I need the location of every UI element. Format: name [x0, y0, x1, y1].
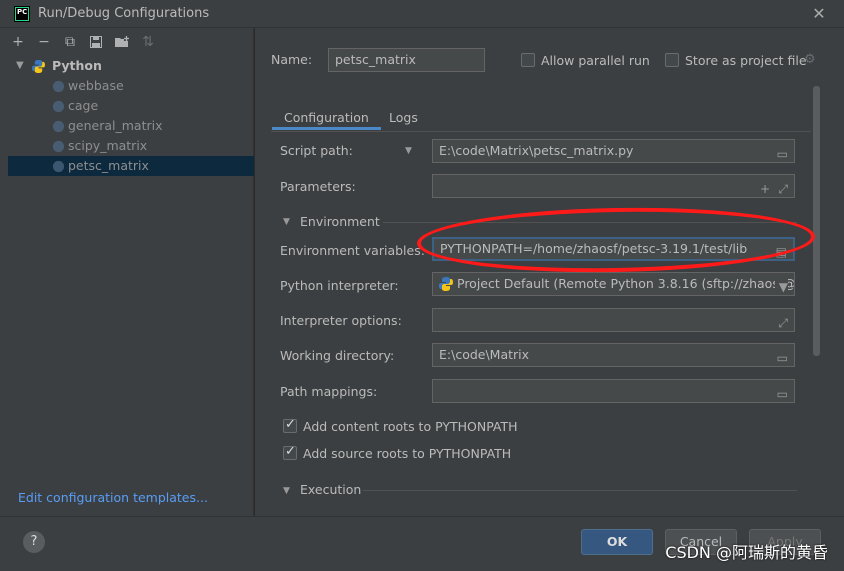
interpreter-select[interactable]: Project Default (Remote Python 3.8.16 (s…: [432, 272, 795, 296]
script-path-label: Script path:: [280, 143, 353, 158]
interpreter-value: Project Default (Remote Python 3.8.16 (s…: [457, 276, 795, 291]
script-path-input[interactable]: E:\code\Matrix\petsc_matrix.py ▭: [432, 139, 795, 163]
script-path-value: E:\code\Matrix\petsc_matrix.py: [439, 143, 634, 158]
name-label: Name:: [271, 52, 313, 67]
expand-icon[interactable]: ⤢: [778, 178, 788, 197]
env-vars-input[interactable]: PYTHONPATH=/home/zhaosf/petsc-3.19.1/tes…: [432, 237, 795, 261]
configuration-tree: ▼ Python webbase cage general_matrix sci…: [8, 56, 254, 176]
tab-logs[interactable]: Logs: [377, 106, 430, 130]
tree-item-cage[interactable]: cage: [8, 96, 254, 116]
allow-parallel-checkbox[interactable]: [521, 53, 535, 67]
tree-item-webbase[interactable]: webbase: [8, 76, 254, 96]
add-source-roots-label: Add source roots to PYTHONPATH: [303, 446, 512, 461]
env-vars-value: PYTHONPATH=/home/zhaosf/petsc-3.19.1/tes…: [440, 241, 748, 256]
window-title: Run/Debug Configurations: [38, 6, 210, 21]
sidebar-toolbar: + − ⧉ ⇅: [8, 32, 158, 54]
working-dir-input[interactable]: E:\code\Matrix ▭: [432, 343, 795, 367]
parameters-input[interactable]: + ⤢: [432, 174, 795, 198]
add-source-roots-checkbox[interactable]: [283, 444, 297, 460]
python-config-icon: [52, 140, 65, 153]
environment-section-title: Environment: [300, 214, 380, 229]
add-content-roots-label: Add content roots to PYTHONPATH: [303, 419, 518, 434]
add-icon[interactable]: +: [8, 32, 28, 52]
title-bar: PC Run/Debug Configurations ✕: [0, 0, 844, 28]
watermark: CSDN @阿瑞斯的黄昏: [665, 543, 828, 562]
section-divider: [383, 222, 797, 223]
tab-configuration[interactable]: Configuration: [272, 106, 381, 130]
folder-icon[interactable]: ▭: [777, 143, 788, 162]
configuration-panel: Name: petsc_matrix Allow parallel run St…: [255, 28, 844, 516]
interpreter-options-input[interactable]: ⤢: [432, 308, 795, 332]
configurations-sidebar: + − ⧉ ⇅ ▼ Python webbase cage general_ma…: [0, 28, 254, 516]
tree-label: general_matrix: [68, 118, 163, 133]
expand-icon[interactable]: ⤢: [778, 312, 788, 331]
python-config-icon: [52, 100, 65, 113]
folder-add-icon[interactable]: [112, 32, 132, 52]
tree-item-petsc-matrix[interactable]: petsc_matrix: [8, 156, 254, 176]
working-dir-value: E:\code\Matrix: [439, 347, 530, 362]
tree-label: scipy_matrix: [68, 138, 148, 153]
tree-label: cage: [68, 98, 99, 113]
tab-divider: [271, 131, 811, 132]
scrollbar[interactable]: [813, 86, 820, 356]
sort-icon[interactable]: ⇅: [138, 32, 158, 52]
python-config-icon: [52, 120, 65, 133]
execution-section-title: Execution: [300, 482, 362, 497]
chevron-down-icon[interactable]: ▼: [283, 217, 290, 227]
edit-templates-link[interactable]: Edit configuration templates...: [18, 490, 208, 505]
tree-label-python: Python: [52, 58, 102, 73]
interpreter-label: Python interpreter:: [280, 278, 399, 293]
dialog-button-bar: ? OK Cancel Apply CSDN @阿瑞斯的黄昏: [0, 516, 844, 571]
pycharm-logo-icon: PC: [14, 6, 30, 22]
allow-parallel-label: Allow parallel run: [541, 53, 650, 68]
store-project-checkbox[interactable]: [665, 53, 679, 67]
help-button[interactable]: ?: [23, 531, 45, 553]
plus-icon[interactable]: +: [760, 178, 770, 197]
remove-icon[interactable]: −: [34, 32, 54, 52]
tree-item-scipy-matrix[interactable]: scipy_matrix: [8, 136, 254, 156]
add-content-roots-checkbox[interactable]: [283, 417, 297, 433]
chevron-down-icon[interactable]: ▼: [405, 146, 412, 156]
name-input[interactable]: petsc_matrix: [328, 48, 485, 72]
gear-icon[interactable]: ⚙: [804, 52, 816, 67]
tree-label: petsc_matrix: [68, 158, 149, 173]
save-icon[interactable]: [86, 32, 106, 52]
python-config-icon: [52, 160, 65, 173]
interpreter-options-label: Interpreter options:: [280, 313, 402, 328]
parameters-label: Parameters:: [280, 179, 356, 194]
document-icon[interactable]: ▤: [776, 242, 787, 259]
chevron-down-icon[interactable]: ▼: [283, 486, 290, 496]
python-config-icon: [52, 80, 65, 93]
env-vars-label: Environment variables:: [280, 243, 425, 258]
tree-item-python[interactable]: ▼ Python: [8, 56, 254, 76]
tree-item-general-matrix[interactable]: general_matrix: [8, 116, 254, 136]
working-dir-label: Working directory:: [280, 348, 395, 363]
folder-icon[interactable]: ▭: [777, 347, 788, 366]
chevron-down-icon[interactable]: ▼: [774, 276, 788, 295]
section-divider: [363, 490, 797, 491]
logo-text: PC: [16, 8, 28, 20]
folder-icon[interactable]: ▭: [777, 383, 788, 402]
chevron-down-icon[interactable]: ▼: [16, 56, 24, 76]
tree-label: webbase: [68, 78, 124, 93]
store-project-label: Store as project file: [685, 53, 807, 68]
path-mappings-input[interactable]: ▭: [432, 379, 795, 403]
close-icon[interactable]: ✕: [810, 5, 828, 23]
copy-icon[interactable]: ⧉: [60, 32, 80, 52]
path-mappings-label: Path mappings:: [280, 384, 378, 399]
ok-button[interactable]: OK: [581, 529, 653, 555]
python-icon: [32, 60, 45, 73]
python-icon: [439, 277, 453, 291]
